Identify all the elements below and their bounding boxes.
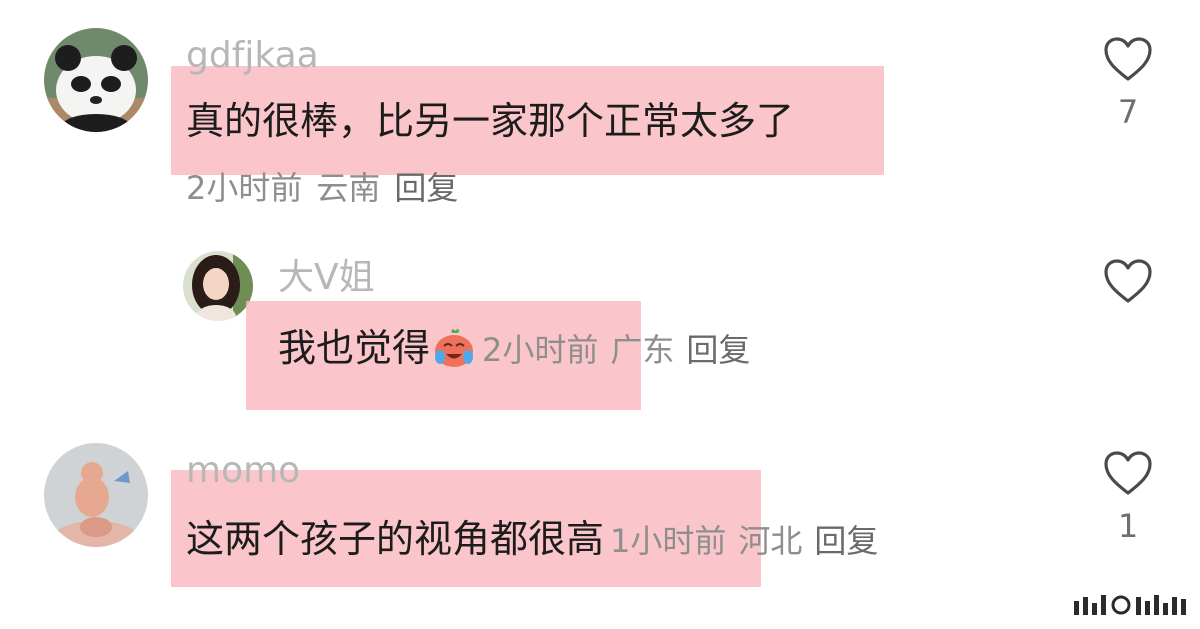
comment-2-like[interactable]: [1101, 258, 1155, 318]
comment-3-reply-button[interactable]: 回复: [814, 522, 878, 560]
comment-3-location: 河北: [738, 522, 803, 560]
comment-1-avatar[interactable]: [44, 28, 148, 132]
comment-1-text: 真的很棒，比另一家那个正常太多了: [186, 99, 795, 143]
comment-2-time: 2小时前: [482, 331, 599, 369]
panda-avatar-icon: [44, 28, 148, 132]
comment-3-meta: 1小时前 河北 回复: [610, 522, 890, 560]
comment-1-like-count: 7: [1117, 93, 1139, 131]
crying-laughing-emoji-icon: [432, 327, 476, 375]
figurine-avatar-icon: [44, 443, 148, 547]
comment-3-avatar[interactable]: [44, 443, 148, 547]
comment-3-like-count: 1: [1117, 507, 1139, 545]
comment-2-reply-button[interactable]: 回复: [686, 331, 750, 369]
comment-2-avatar[interactable]: [183, 251, 253, 321]
comment-2-location: 广东: [610, 331, 675, 369]
comment-1-like[interactable]: 7: [1101, 36, 1155, 128]
comment-2-username[interactable]: 大V姐: [278, 260, 375, 296]
comment-2-text: 我也觉得: [278, 326, 431, 370]
watermark-logo-icon: [1074, 595, 1186, 615]
comment-3-time: 1小时前: [610, 522, 727, 560]
comment-1-location: 云南: [316, 169, 381, 207]
comment-3-like[interactable]: 1: [1101, 450, 1155, 542]
comment-3-text: 这两个孩子的视角都很高: [186, 517, 605, 561]
comment-2-meta: 2小时前 广东 回复: [482, 331, 762, 369]
comment-3-text-row: 这两个孩子的视角都很高 1小时前 河北 回复: [186, 520, 890, 558]
woman-avatar-icon: [183, 251, 253, 321]
comment-2-text-row: 我也觉得 2小时前 广东 回复: [278, 327, 762, 375]
comment-3-username[interactable]: momo: [186, 453, 300, 489]
comment-1-username[interactable]: gdfjkaa: [186, 38, 319, 74]
comment-1-reply-button[interactable]: 回复: [394, 169, 458, 207]
comment-1-meta: 2小时前 云南 回复: [186, 172, 472, 204]
heart-outline-icon[interactable]: [1103, 36, 1153, 82]
comment-1-time: 2小时前: [186, 169, 303, 207]
heart-outline-icon[interactable]: [1103, 450, 1153, 496]
heart-outline-icon[interactable]: [1103, 258, 1153, 304]
